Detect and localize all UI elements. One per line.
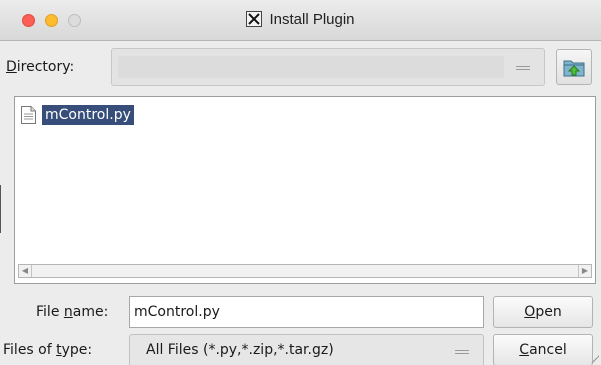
file-type-combobox[interactable]: All Files (*.py,*.zip,*.tar.gz) bbox=[129, 334, 484, 365]
file-list[interactable]: mControl.py ◀ ▶ bbox=[14, 96, 596, 284]
title-bar[interactable]: Install Plugin bbox=[0, 0, 601, 41]
file-name-label-mnemonic: n bbox=[63, 304, 73, 320]
open-label: pen bbox=[535, 304, 562, 320]
file-name-label-post: ame: bbox=[72, 304, 109, 320]
cancel-button[interactable]: Cancel bbox=[493, 334, 593, 365]
file-name-input[interactable] bbox=[129, 296, 484, 328]
file-icon bbox=[21, 106, 36, 124]
window-edge bbox=[0, 185, 4, 233]
directory-label-mnemonic: D bbox=[6, 59, 17, 75]
resize-grip-icon[interactable] bbox=[589, 353, 599, 363]
window-title-area: Install Plugin bbox=[0, 11, 601, 28]
file-name-label-pre: File bbox=[36, 304, 64, 320]
directory-label-text: irectory: bbox=[16, 59, 75, 75]
scroll-left-icon[interactable]: ◀ bbox=[19, 265, 32, 277]
up-one-level-button[interactable] bbox=[556, 49, 592, 85]
file-name-selected: mControl.py bbox=[42, 105, 134, 125]
x11-icon bbox=[246, 11, 263, 27]
combo-arrow-icon bbox=[455, 350, 469, 354]
file-type-label: Files of type: bbox=[3, 342, 92, 358]
scroll-right-icon[interactable]: ▶ bbox=[578, 265, 591, 277]
file-name-label: File name: bbox=[36, 304, 108, 320]
directory-value bbox=[118, 56, 504, 78]
directory-label: Directory: bbox=[6, 59, 74, 75]
cancel-label: ancel bbox=[529, 342, 567, 358]
window-title: Install Plugin bbox=[269, 11, 355, 28]
horizontal-scrollbar[interactable]: ◀ ▶ bbox=[18, 264, 592, 278]
open-button[interactable]: Open bbox=[493, 296, 593, 328]
directory-combobox[interactable] bbox=[111, 48, 545, 86]
cancel-mnemonic: C bbox=[519, 342, 530, 358]
open-mnemonic: O bbox=[524, 304, 536, 320]
file-type-value: All Files (*.py,*.zip,*.tar.gz) bbox=[146, 342, 334, 358]
install-plugin-dialog: Install Plugin Directory: mControl.py ◀ … bbox=[0, 0, 601, 365]
file-type-label-pre: Files of bbox=[3, 342, 57, 358]
combo-arrow-icon bbox=[516, 66, 530, 70]
folder-up-icon bbox=[563, 60, 585, 77]
file-type-label-post: ype: bbox=[61, 342, 93, 358]
